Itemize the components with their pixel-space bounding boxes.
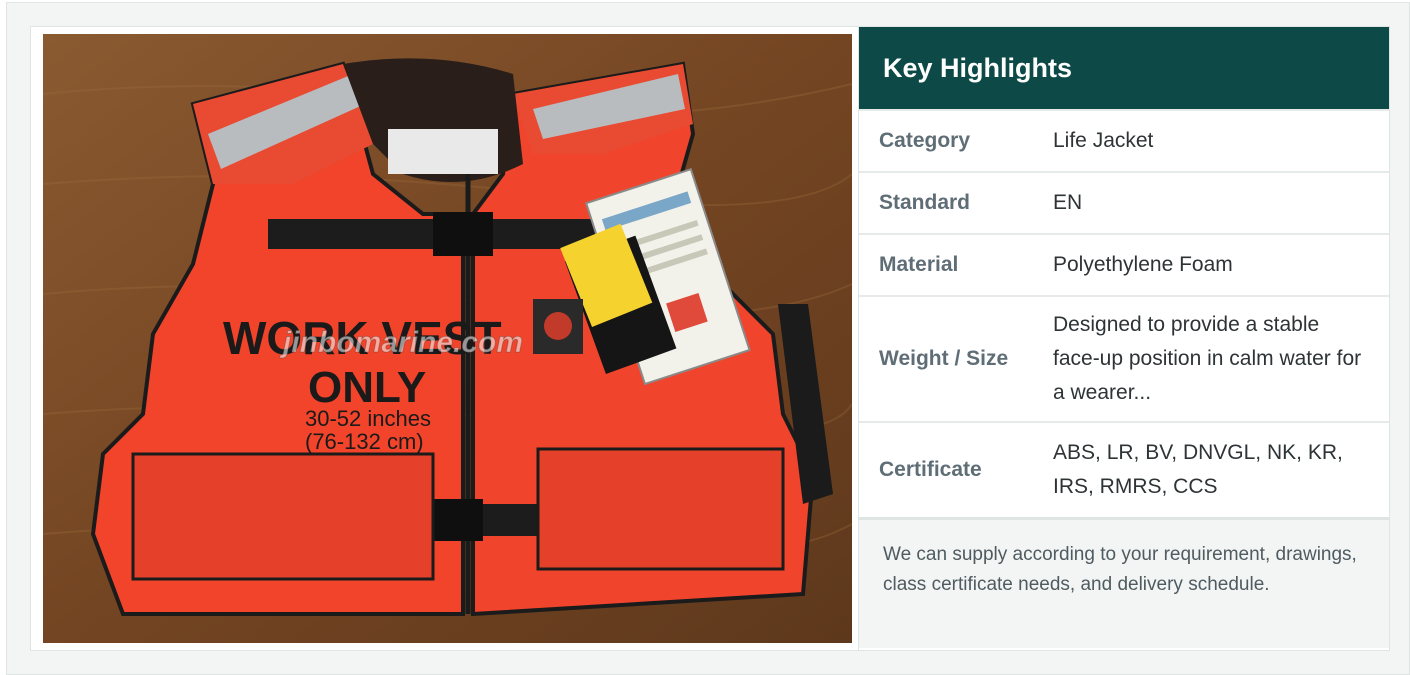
- vest-print-line2: ONLY: [308, 363, 426, 412]
- highlight-row-material: Material Polyethylene Foam: [859, 233, 1389, 295]
- row-label: Certificate: [879, 458, 982, 481]
- row-value: Designed to provide a stable face-up pos…: [1053, 313, 1362, 404]
- row-value: ABS, LR, BV, DNVGL, NK, KR, IRS, RMRS, C…: [1053, 441, 1343, 498]
- highlight-row-weight-size: Weight / Size Designed to provide a stab…: [859, 295, 1389, 421]
- vest-size-cm: (76-132 cm): [305, 429, 424, 454]
- highlight-row-certificate: Certificate ABS, LR, BV, DNVGL, NK, KR, …: [859, 421, 1389, 517]
- key-highlights-panel: Key Highlights Category Life Jacket Stan…: [858, 27, 1389, 650]
- watermark-text: jinbomarine.com: [279, 326, 523, 359]
- vest-size-inches: 30-52 inches: [305, 406, 431, 431]
- row-value: Polyethylene Foam: [1053, 253, 1233, 276]
- row-label: Material: [879, 253, 959, 276]
- highlight-row-category: Category Life Jacket: [859, 109, 1389, 171]
- highlight-row-standard: Standard EN: [859, 171, 1389, 233]
- panel-header: Key Highlights: [859, 27, 1389, 109]
- panel-title: Key Highlights: [883, 52, 1073, 83]
- row-label: Weight / Size: [879, 347, 1009, 370]
- row-label: Standard: [879, 191, 971, 214]
- row-label: Category: [879, 129, 971, 152]
- product-photo[interactable]: WORK VEST ONLY 30-52 inches (76-132 cm) …: [43, 34, 852, 643]
- life-jacket-image: WORK VEST ONLY 30-52 inches (76-132 cm) …: [43, 34, 852, 643]
- row-value: EN: [1053, 191, 1083, 214]
- row-value: Life Jacket: [1053, 129, 1154, 152]
- supply-note: We can supply according to your requirem…: [859, 517, 1389, 648]
